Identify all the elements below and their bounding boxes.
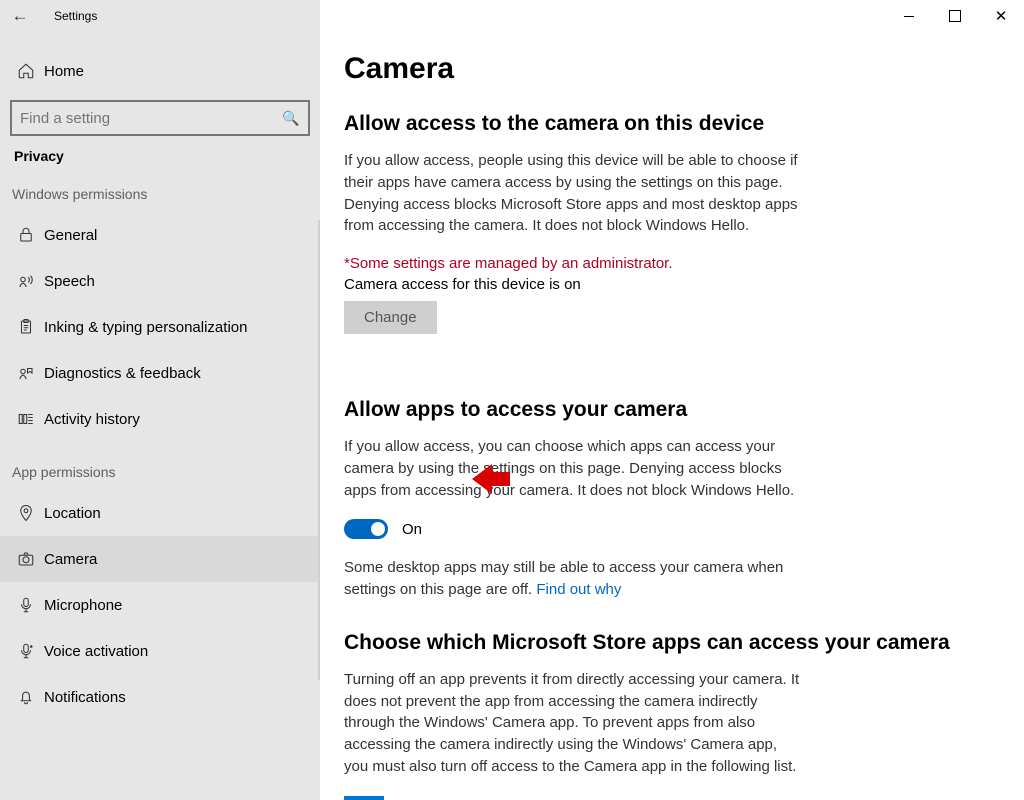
app-row-3d-viewer: 3D Viewer Off <box>344 796 1000 800</box>
search-input[interactable] <box>12 110 274 127</box>
window-title: Settings <box>54 9 97 23</box>
section-heading: Allow access to the camera on this devic… <box>344 112 1000 136</box>
nav-label: Notifications <box>44 689 126 706</box>
bell-icon <box>12 688 40 706</box>
find-out-why-link[interactable]: Find out why <box>536 581 621 598</box>
search-icon: 🔍 <box>274 110 308 127</box>
nav-label: Activity history <box>44 411 140 428</box>
back-button[interactable]: ← <box>0 6 40 26</box>
nav-home[interactable]: Home <box>0 48 320 94</box>
nav-label: Location <box>44 505 101 522</box>
nav-label: Speech <box>44 273 95 290</box>
app-icon-3d-viewer <box>344 796 384 800</box>
section-description: Turning off an app prevents it from dire… <box>344 669 804 778</box>
desktop-apps-note: Some desktop apps may still be able to a… <box>344 557 804 601</box>
nav-voice-activation[interactable]: Voice activation <box>0 628 320 674</box>
nav-label: Diagnostics & feedback <box>44 365 201 382</box>
section-heading: Allow apps to access your camera <box>344 398 1000 422</box>
nav-label: General <box>44 227 97 244</box>
section-apps-access: Allow apps to access your camera If you … <box>344 398 1000 601</box>
section-heading: Choose which Microsoft Store apps can ac… <box>344 631 1000 655</box>
minimize-button[interactable] <box>886 0 932 32</box>
nav-label: Inking & typing personalization <box>44 319 247 336</box>
nav-location[interactable]: Location <box>0 490 320 536</box>
nav-label: Voice activation <box>44 643 148 660</box>
search-box[interactable]: 🔍 <box>10 100 310 136</box>
microphone-icon <box>12 596 40 614</box>
voice-icon <box>12 642 40 660</box>
admin-warning: *Some settings are managed by an adminis… <box>344 255 1000 272</box>
nav-microphone[interactable]: Microphone <box>0 582 320 628</box>
history-icon <box>12 410 40 428</box>
category-label: Privacy <box>0 144 320 164</box>
apps-access-toggle[interactable] <box>344 519 388 539</box>
titlebar: ← Settings ✕ <box>0 0 1024 32</box>
device-access-state: Camera access for this device is on <box>344 276 1000 293</box>
nav-general[interactable]: General <box>0 212 320 258</box>
section-description: If you allow access, you can choose whic… <box>344 436 804 501</box>
main-content: Camera Allow access to the camera on thi… <box>320 32 1024 800</box>
feedback-icon <box>12 364 40 382</box>
nav-diagnostics[interactable]: Diagnostics & feedback <box>0 350 320 396</box>
nav-notifications[interactable]: Notifications <box>0 674 320 720</box>
camera-icon <box>12 550 40 568</box>
lock-icon <box>12 226 40 244</box>
sidebar: Home 🔍 Privacy Windows permissions Gener… <box>0 32 320 800</box>
maximize-button[interactable] <box>932 0 978 32</box>
group-windows-permissions: Windows permissions <box>0 164 320 212</box>
nav-camera[interactable]: Camera <box>0 536 320 582</box>
speech-icon <box>12 272 40 290</box>
nav-home-label: Home <box>44 63 84 80</box>
section-device-access: Allow access to the camera on this devic… <box>344 112 1000 368</box>
nav-label: Camera <box>44 551 97 568</box>
group-app-permissions: App permissions <box>0 442 320 490</box>
change-button[interactable]: Change <box>344 301 437 334</box>
page-title: Camera <box>344 52 1000 86</box>
clipboard-icon <box>12 318 40 336</box>
home-icon <box>12 62 40 80</box>
nav-speech[interactable]: Speech <box>0 258 320 304</box>
section-description: If you allow access, people using this d… <box>344 150 804 237</box>
close-button[interactable]: ✕ <box>978 0 1024 32</box>
section-choose-apps: Choose which Microsoft Store apps can ac… <box>344 631 1000 800</box>
nav-label: Microphone <box>44 597 122 614</box>
nav-activity[interactable]: Activity history <box>0 396 320 442</box>
nav-inking[interactable]: Inking & typing personalization <box>0 304 320 350</box>
location-icon <box>12 504 40 522</box>
toggle-state-label: On <box>402 521 422 538</box>
